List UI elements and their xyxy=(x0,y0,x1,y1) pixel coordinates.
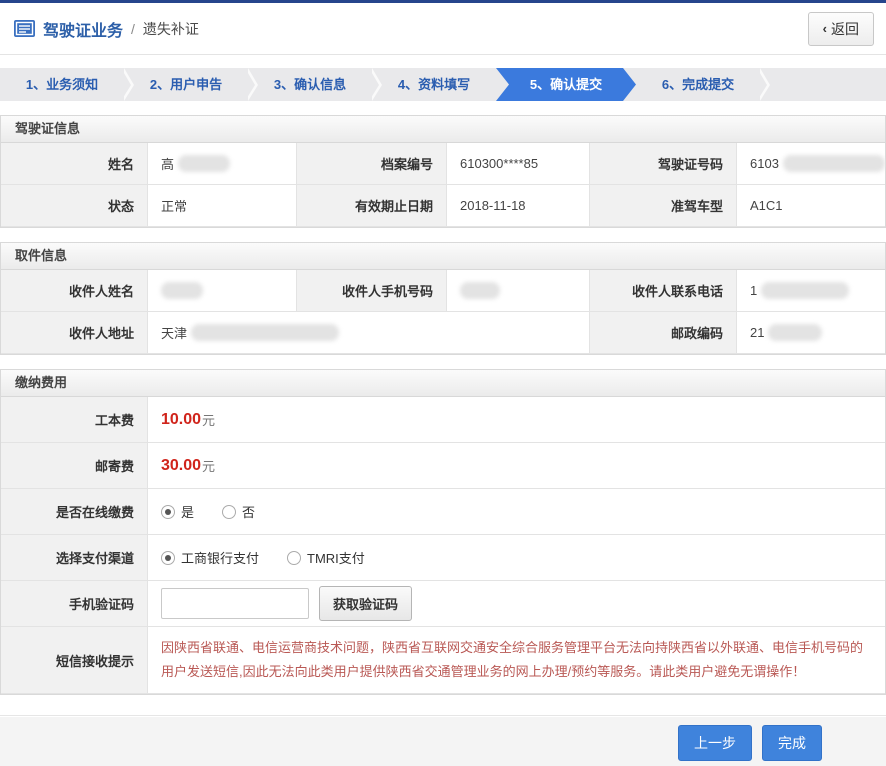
production-fee-label: 工本费 xyxy=(1,397,148,443)
payment-channel-label: 选择支付渠道 xyxy=(1,535,148,581)
production-fee-amount: 10.00 xyxy=(161,411,201,429)
recipient-phone-label: 收件人联系电话 xyxy=(590,270,737,312)
mail-fee-value: 30.00元 xyxy=(148,443,885,489)
footer-divider xyxy=(0,715,886,716)
page-subtitle: 遗失补证 xyxy=(143,19,199,39)
vehicle-class-label: 准驾车型 xyxy=(590,185,737,227)
mail-fee-amount: 30.00 xyxy=(161,457,201,475)
redaction-blur xyxy=(178,155,230,172)
payment-fee-table: 工本费 10.00元 邮寄费 30.00元 是否在线缴费 是 否 xyxy=(1,397,885,694)
recipient-mobile-label: 收件人手机号码 xyxy=(297,270,447,312)
previous-step-button[interactable]: 上一步 xyxy=(678,725,752,761)
channel-icbc-option[interactable]: 工商银行支付 xyxy=(161,548,259,567)
name-value: 高 xyxy=(148,143,297,185)
online-pay-yes-option[interactable]: 是 xyxy=(161,502,194,521)
step-progress-bar: 1、业务须知 2、用户申告 3、确认信息 4、资料填写 5、确认提交 6、完成提… xyxy=(0,68,886,101)
recipient-name-value xyxy=(148,270,297,312)
pickup-info-table: 收件人姓名 收件人手机号码 收件人联系电话 1 收件人地址 天津 邮政编码 21 xyxy=(1,270,885,354)
page-header: 驾驶证业务 / 遗失补证 ‹ 返回 xyxy=(0,3,886,55)
step-6-complete-submit: 6、完成提交 xyxy=(636,68,760,101)
recipient-address-label: 收件人地址 xyxy=(1,312,148,354)
redaction-blur xyxy=(761,282,849,299)
recipient-mobile-value xyxy=(447,270,590,312)
pickup-info-section: 取件信息 收件人姓名 收件人手机号码 收件人联系电话 1 收件人地址 天津 邮政… xyxy=(0,242,886,355)
radio-checked-icon[interactable] xyxy=(161,551,175,565)
sms-code-label: 手机验证码 xyxy=(1,581,148,627)
status-label: 状态 xyxy=(1,185,148,227)
sms-code-input[interactable] xyxy=(161,588,309,619)
vehicle-class-value: A1C1 xyxy=(737,185,885,227)
fee-unit: 元 xyxy=(202,410,215,429)
license-info-table: 姓名 高 档案编号 610300****85 驾驶证号码 6103 状态 正常 … xyxy=(1,143,885,227)
license-no-label: 驾驶证号码 xyxy=(590,143,737,185)
sms-code-row: 获取验证码 xyxy=(148,581,885,627)
step-4-fill-data: 4、资料填写 xyxy=(372,68,496,101)
file-no-label: 档案编号 xyxy=(297,143,447,185)
channel-tmri-label: TMRI支付 xyxy=(307,548,365,567)
channel-tmri-option[interactable]: TMRI支付 xyxy=(287,548,365,567)
step-bar-filler xyxy=(760,68,886,101)
online-pay-options: 是 否 xyxy=(148,489,885,535)
license-section-title: 驾驶证信息 xyxy=(1,116,885,143)
step-5-confirm-submit-active: 5、确认提交 xyxy=(496,68,636,101)
status-value: 正常 xyxy=(148,185,297,227)
sms-notice-text: 因陕西省联通、电信运营商技术问题，陕西省互联网交通安全综合服务管理平台无法向持陕… xyxy=(161,627,885,693)
redaction-blur xyxy=(460,282,500,299)
back-button-label: 返回 xyxy=(831,19,859,39)
name-label: 姓名 xyxy=(1,143,148,185)
recipient-address-value: 天津 xyxy=(148,312,590,354)
online-pay-yes-label: 是 xyxy=(181,502,194,521)
recipient-name-label: 收件人姓名 xyxy=(1,270,148,312)
file-no-value: 610300****85 xyxy=(447,143,590,185)
postcode-label: 邮政编码 xyxy=(590,312,737,354)
breadcrumb-separator: / xyxy=(131,21,135,37)
online-pay-no-label: 否 xyxy=(242,502,255,521)
expiry-label: 有效期止日期 xyxy=(297,185,447,227)
page: 驾驶证业务 / 遗失补证 ‹ 返回 1、业务须知 2、用户申告 3、确认信息 4… xyxy=(0,0,886,766)
fee-unit: 元 xyxy=(202,456,215,475)
sms-notice-label: 短信接收提示 xyxy=(1,627,148,694)
pickup-section-title: 取件信息 xyxy=(1,243,885,270)
redaction-blur xyxy=(768,324,822,341)
recipient-phone-value: 1 xyxy=(737,270,885,312)
license-service-icon xyxy=(14,20,35,37)
finish-button[interactable]: 完成 xyxy=(762,725,822,761)
online-pay-no-option[interactable]: 否 xyxy=(222,502,255,521)
footer-action-bar: 上一步 完成 xyxy=(0,717,886,766)
redaction-blur xyxy=(783,155,885,172)
payment-channel-options: 工商银行支付 TMRI支付 xyxy=(148,535,885,581)
step-3-confirm-info: 3、确认信息 xyxy=(248,68,372,101)
payment-section-title: 缴纳费用 xyxy=(1,370,885,397)
payment-fee-section: 缴纳费用 工本费 10.00元 邮寄费 30.00元 是否在线缴费 是 xyxy=(0,369,886,695)
sms-notice-row: 因陕西省联通、电信运营商技术问题，陕西省互联网交通安全综合服务管理平台无法向持陕… xyxy=(148,627,885,694)
redaction-blur xyxy=(191,324,339,341)
page-title: 驾驶证业务 xyxy=(43,17,123,41)
channel-icbc-label: 工商银行支付 xyxy=(181,548,259,567)
production-fee-value: 10.00元 xyxy=(148,397,885,443)
postcode-value: 21 xyxy=(737,312,885,354)
radio-checked-icon[interactable] xyxy=(161,505,175,519)
online-pay-label: 是否在线缴费 xyxy=(1,489,148,535)
license-info-section: 驾驶证信息 姓名 高 档案编号 610300****85 驾驶证号码 6103 … xyxy=(0,115,886,228)
redaction-blur xyxy=(161,282,203,299)
step-1-business-notes: 1、业务须知 xyxy=(0,68,124,101)
expiry-value: 2018-11-18 xyxy=(447,185,590,227)
get-code-button[interactable]: 获取验证码 xyxy=(319,586,412,621)
breadcrumb: 驾驶证业务 / 遗失补证 xyxy=(14,17,199,41)
license-no-value: 6103 xyxy=(737,143,885,185)
chevron-left-icon: ‹ xyxy=(823,21,827,36)
step-2-user-declaration: 2、用户申告 xyxy=(124,68,248,101)
radio-unchecked-icon[interactable] xyxy=(222,505,236,519)
mail-fee-label: 邮寄费 xyxy=(1,443,148,489)
back-button[interactable]: ‹ 返回 xyxy=(808,12,874,46)
radio-unchecked-icon[interactable] xyxy=(287,551,301,565)
